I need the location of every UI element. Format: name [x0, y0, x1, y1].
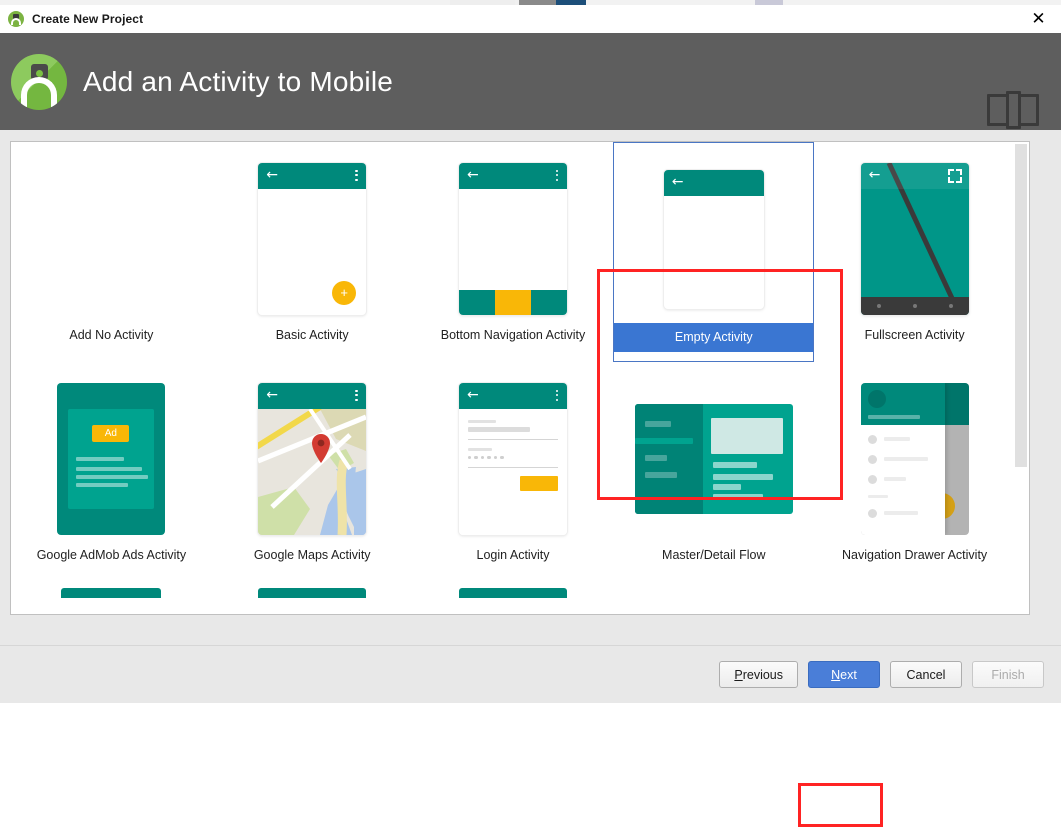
template-card-add-no-activity[interactable]: Add No Activity	[11, 142, 212, 362]
back-arrow-icon: ←	[868, 166, 881, 183]
template-card-partial[interactable]	[613, 575, 814, 608]
template-card-partial[interactable]	[814, 575, 1015, 608]
overflow-menu-icon	[355, 389, 358, 402]
map-preview	[258, 408, 367, 535]
template-label: Login Activity	[476, 548, 550, 562]
previous-button[interactable]: Previous	[719, 661, 798, 688]
template-card-master-detail-flow[interactable]: Master/Detail Flow	[613, 362, 814, 575]
template-card-google-maps-activity[interactable]: ← Google Maps Activity	[212, 362, 413, 575]
template-card-login-activity[interactable]: ← Login Activity	[413, 362, 614, 575]
activity-template-panel: Add No Activity ← + Basic Activity ← Bot…	[10, 141, 1030, 615]
dialog-body: Add No Activity ← + Basic Activity ← Bot…	[0, 130, 1061, 827]
template-label: Google Maps Activity	[253, 548, 371, 562]
finish-button: Finish	[972, 661, 1044, 688]
template-card-partial[interactable]	[413, 575, 614, 608]
back-arrow-icon: ←	[671, 174, 684, 190]
template-thumbnail-navigation-drawer-activity: +	[814, 375, 1015, 542]
template-label: Navigation Drawer Activity	[841, 548, 988, 562]
dialog-header: Add an Activity to Mobile	[0, 33, 1061, 130]
android-studio-logo	[11, 53, 67, 110]
template-thumbnail-empty-activity: ←	[614, 156, 813, 323]
ad-badge: Ad	[92, 424, 130, 442]
template-card-navigation-drawer-activity[interactable]: +	[814, 362, 1015, 575]
template-row-partial	[11, 575, 1015, 608]
bottom-navigation-bar	[458, 289, 567, 315]
overflow-menu-icon	[355, 169, 358, 182]
android-studio-icon	[8, 11, 24, 27]
template-card-bottom-navigation-activity[interactable]: ← Bottom Navigation Activity	[413, 142, 614, 362]
template-thumbnail-fullscreen-activity: ←	[814, 155, 1015, 322]
template-thumbnail-bottom-navigation-activity: ←	[413, 155, 614, 322]
template-card-partial[interactable]	[212, 575, 413, 608]
avatar	[867, 389, 886, 408]
app-bar-behind-drawer	[944, 382, 969, 425]
dialog-footer: Previous Next Cancel Finish	[0, 645, 1061, 703]
next-button-label-rest: ext	[840, 667, 857, 682]
vertical-scrollbar[interactable]	[1013, 142, 1029, 614]
detail-image-placeholder	[710, 417, 783, 454]
overflow-menu-icon	[555, 169, 559, 182]
template-label: Master/Detail Flow	[662, 548, 766, 562]
window-title: Create New Project	[32, 12, 144, 26]
template-card-google-admob-ads-activity[interactable]: Ad Google AdMob Ads Activity	[11, 362, 212, 575]
dialog-title-bar: Create New Project ✕	[0, 5, 1061, 34]
system-navigation-bar	[860, 296, 969, 315]
template-label: Add No Activity	[69, 328, 154, 342]
tablet-phone-form-factor-icon[interactable]	[987, 91, 1039, 129]
navigation-drawer-panel	[860, 382, 945, 535]
previous-button-label-rest: revious	[742, 667, 783, 682]
template-thumbnail-google-admob-ads-activity: Ad	[11, 375, 212, 542]
overflow-menu-icon	[555, 389, 559, 402]
template-card-empty-activity[interactable]: ← Empty Activity	[613, 142, 815, 362]
back-arrow-icon: ←	[266, 166, 278, 183]
template-thumbnail-google-maps-activity: ←	[212, 375, 413, 542]
page-title: Add an Activity to Mobile	[83, 65, 394, 97]
master-pane	[634, 403, 703, 514]
back-arrow-icon: ←	[266, 386, 278, 403]
template-label: Empty Activity	[614, 323, 814, 352]
login-form-preview	[458, 408, 567, 535]
template-label: Basic Activity	[275, 328, 349, 342]
template-row: Add No Activity ← + Basic Activity ← Bot…	[11, 142, 1015, 362]
next-button[interactable]: Next	[808, 661, 880, 688]
fab-icon: +	[332, 280, 357, 305]
template-label: Fullscreen Activity	[864, 328, 965, 342]
activity-template-grid: Add No Activity ← + Basic Activity ← Bot…	[11, 142, 1015, 608]
cancel-button[interactable]: Cancel	[890, 661, 962, 688]
template-card-partial[interactable]	[11, 575, 212, 608]
template-card-fullscreen-activity[interactable]: ← Fullscreen Activity	[814, 142, 1015, 362]
template-card-basic-activity[interactable]: ← + Basic Activity	[212, 142, 413, 362]
template-label: Google AdMob Ads Activity	[36, 548, 187, 562]
template-label: Bottom Navigation Activity	[440, 328, 586, 342]
fullscreen-expand-icon	[947, 168, 962, 183]
back-arrow-icon: ←	[466, 386, 479, 403]
back-arrow-icon: ←	[466, 166, 479, 183]
template-thumbnail-basic-activity: ← +	[212, 155, 413, 322]
template-row: Ad Google AdMob Ads Activity ← Google Ma…	[11, 362, 1015, 575]
next-button-highlight-annotation	[798, 783, 883, 827]
template-thumbnail-login-activity: ←	[413, 375, 614, 542]
template-thumbnail-master-detail-flow	[613, 375, 814, 542]
close-icon[interactable]: ✕	[1016, 5, 1061, 33]
template-thumbnail-add-no-activity	[11, 155, 212, 322]
scrollbar-thumb[interactable]	[1015, 144, 1027, 467]
